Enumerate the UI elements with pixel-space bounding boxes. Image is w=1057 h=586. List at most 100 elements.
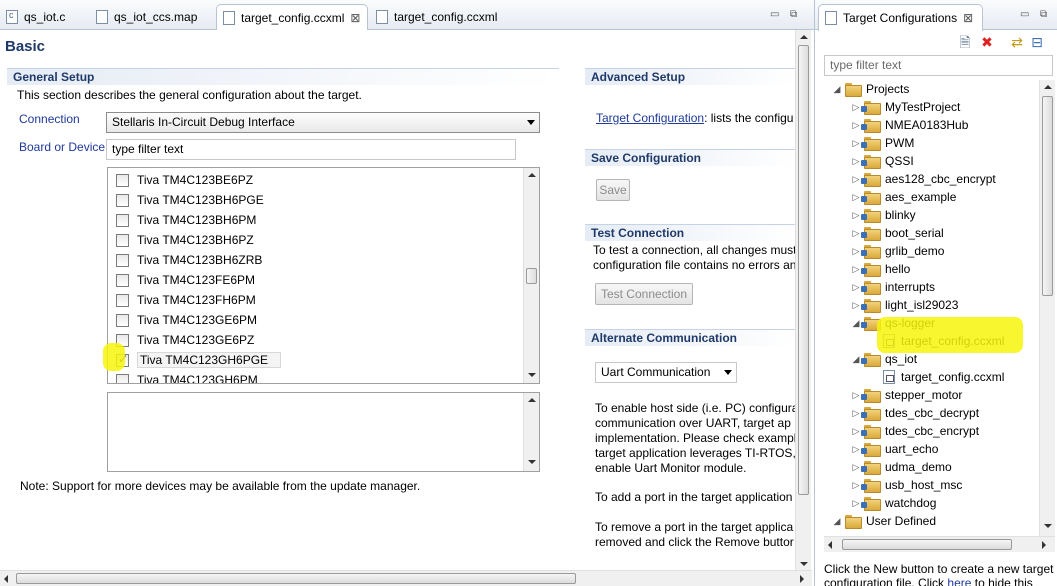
tree-item[interactable]: ▷ PWM	[851, 134, 914, 152]
link-editor-icon[interactable]: ⇄	[1009, 34, 1025, 50]
device-checkbox[interactable]	[116, 253, 129, 267]
device-checkbox[interactable]	[116, 313, 129, 327]
device-row[interactable]: Tiva TM4C123GE6PZ	[116, 330, 254, 350]
collapsed-twistie-icon[interactable]: ▷	[851, 282, 861, 293]
connection-dropdown[interactable]: Stellaris In-Circuit Debug Interface	[106, 112, 540, 133]
collapsed-twistie-icon[interactable]: ▷	[851, 192, 861, 203]
device-row[interactable]: Tiva TM4C123GH6PGE	[116, 350, 282, 370]
collapsed-twistie-icon[interactable]: ▷	[851, 246, 861, 257]
tree-item[interactable]: ▷ NMEA0183Hub	[851, 116, 968, 134]
device-checkbox[interactable]	[116, 293, 129, 307]
device-filter-input[interactable]: type filter text	[106, 139, 516, 160]
device-row[interactable]: Tiva TM4C123GE6PM	[116, 310, 257, 330]
collapsed-twistie-icon[interactable]: ▷	[851, 408, 861, 419]
device-checkbox[interactable]	[116, 273, 129, 287]
device-row[interactable]: Tiva TM4C123BH6PZ	[116, 230, 254, 250]
scroll-right-icon[interactable]	[800, 575, 804, 583]
scroll-right-icon[interactable]	[1042, 541, 1046, 549]
tree-vertical-scrollbar[interactable]	[1039, 80, 1055, 536]
scroll-up-icon[interactable]	[800, 35, 808, 39]
delete-icon[interactable]: ✖	[979, 34, 995, 50]
collapsed-twistie-icon[interactable]: ▷	[851, 480, 861, 491]
device-row[interactable]: Tiva TM4C123FH6PM	[116, 290, 256, 310]
config-filter-input[interactable]: type filter text	[824, 55, 1053, 76]
new-config-icon[interactable]: 🗎	[957, 34, 973, 50]
collapsed-twistie-icon[interactable]: ▷	[851, 390, 861, 401]
collapsed-twistie-icon[interactable]: ▷	[851, 156, 861, 167]
device-list[interactable]: Tiva TM4C123BE6PZ Tiva TM4C123BH6PGE Tiva …	[107, 167, 540, 384]
tree-item[interactable]: ▷ blinky	[851, 206, 916, 224]
tab-target-configurations[interactable]: Target Configurations ⊠	[818, 4, 983, 31]
hide-help-link[interactable]: here	[947, 576, 971, 586]
scroll-down-icon[interactable]	[528, 373, 536, 377]
tree-item[interactable]: ▷ MyTestProject	[851, 98, 960, 116]
scroll-thumb[interactable]	[1042, 96, 1053, 296]
target-configuration-link[interactable]: Target Configuration	[596, 111, 704, 125]
expanded-twistie-icon[interactable]: ◢	[832, 84, 842, 95]
collapsed-twistie-icon[interactable]: ▷	[851, 462, 861, 473]
tree-item[interactable]: ▷ boot_serial	[851, 224, 944, 242]
collapsed-twistie-icon[interactable]: ▷	[851, 138, 861, 149]
tree-item[interactable]: ▷ hello	[851, 260, 910, 278]
maximize-icon[interactable]: ⧉	[1040, 9, 1047, 20]
tree-item[interactable]: ▷ tdes_cbc_encrypt	[851, 422, 979, 440]
tree-item[interactable]: ▷ aes_example	[851, 188, 956, 206]
scroll-up-icon[interactable]	[1044, 85, 1052, 89]
minimize-icon[interactable]: ▭	[1020, 9, 1029, 20]
tree-item[interactable]: ▷ tdes_cbc_decrypt	[851, 404, 979, 422]
device-list-scrollbar[interactable]	[523, 168, 539, 383]
tab-qs-iot-c[interactable]: qs_iot.c	[0, 4, 86, 30]
editor-horizontal-scrollbar[interactable]	[0, 570, 812, 586]
collapsed-twistie-icon[interactable]: ▷	[851, 120, 861, 131]
maximize-icon[interactable]: ⧉	[790, 9, 797, 20]
tree-item[interactable]: ▷ grlib_demo	[851, 242, 944, 260]
scroll-up-icon[interactable]	[528, 398, 536, 402]
minimize-icon[interactable]: ▭	[770, 9, 779, 20]
scroll-left-icon[interactable]	[4, 575, 8, 583]
collapsed-twistie-icon[interactable]: ▷	[851, 210, 861, 221]
tab-target-config-active[interactable]: target_config.ccxml ⊠	[216, 4, 368, 31]
close-icon[interactable]: ⊠	[350, 11, 360, 25]
collapsed-twistie-icon[interactable]: ▷	[851, 426, 861, 437]
device-row[interactable]: Tiva TM4C123BH6ZRB	[116, 250, 262, 270]
description-scrollbar[interactable]	[523, 393, 539, 471]
collapse-all-icon[interactable]: ⊟	[1029, 34, 1045, 50]
close-icon[interactable]: ⊠	[963, 11, 973, 25]
scroll-thumb[interactable]	[16, 573, 576, 584]
device-row[interactable]: Tiva TM4C123FE6PM	[116, 270, 255, 290]
collapsed-twistie-icon[interactable]: ▷	[851, 264, 861, 275]
editor-vertical-scrollbar[interactable]	[795, 30, 811, 574]
expanded-twistie-icon[interactable]: ◢	[851, 318, 861, 329]
device-row[interactable]: Tiva TM4C123BH6PGE	[116, 190, 264, 210]
device-checkbox[interactable]	[116, 373, 129, 383]
device-checkbox[interactable]	[116, 233, 129, 247]
collapsed-twistie-icon[interactable]: ▷	[851, 444, 861, 455]
scroll-down-icon[interactable]	[1044, 524, 1052, 528]
scroll-left-icon[interactable]	[828, 541, 832, 549]
device-checkbox[interactable]	[116, 173, 129, 187]
tree-item[interactable]: ▷ udma_demo	[851, 458, 952, 476]
collapsed-twistie-icon[interactable]: ▷	[851, 300, 861, 311]
collapsed-twistie-icon[interactable]: ▷	[851, 102, 861, 113]
tree-item[interactable]: ◢ User Defined	[832, 512, 936, 530]
expanded-twistie-icon[interactable]: ◢	[832, 516, 842, 527]
tree-item[interactable]: ◢ Projects	[832, 80, 909, 98]
scroll-up-icon[interactable]	[528, 173, 536, 177]
tree-item[interactable]: ▷ uart_echo	[851, 440, 938, 458]
scroll-thumb[interactable]	[798, 45, 809, 495]
tree-item[interactable]: ▷ watchdog	[851, 494, 936, 512]
device-row[interactable]: Tiva TM4C123BH6PM	[116, 210, 256, 230]
collapsed-twistie-icon[interactable]: ▷	[851, 174, 861, 185]
tree-horizontal-scrollbar[interactable]	[824, 536, 1055, 552]
tree-item[interactable]: target_config.ccxml	[870, 368, 1004, 386]
collapsed-twistie-icon[interactable]: ▷	[851, 228, 861, 239]
scroll-down-icon[interactable]	[800, 562, 808, 566]
scroll-thumb[interactable]	[526, 268, 537, 284]
tab-qs-iot-ccs-map[interactable]: qs_iot_ccs.map	[90, 4, 214, 30]
tab-target-config-2[interactable]: target_config.ccxml	[370, 4, 510, 30]
collapsed-twistie-icon[interactable]: ▷	[851, 498, 861, 509]
save-button[interactable]: Save	[596, 179, 630, 201]
expanded-twistie-icon[interactable]: ◢	[851, 354, 861, 365]
tree-item[interactable]: ▷ usb_host_msc	[851, 476, 962, 494]
tree-item[interactable]: ▷ interrupts	[851, 278, 935, 296]
